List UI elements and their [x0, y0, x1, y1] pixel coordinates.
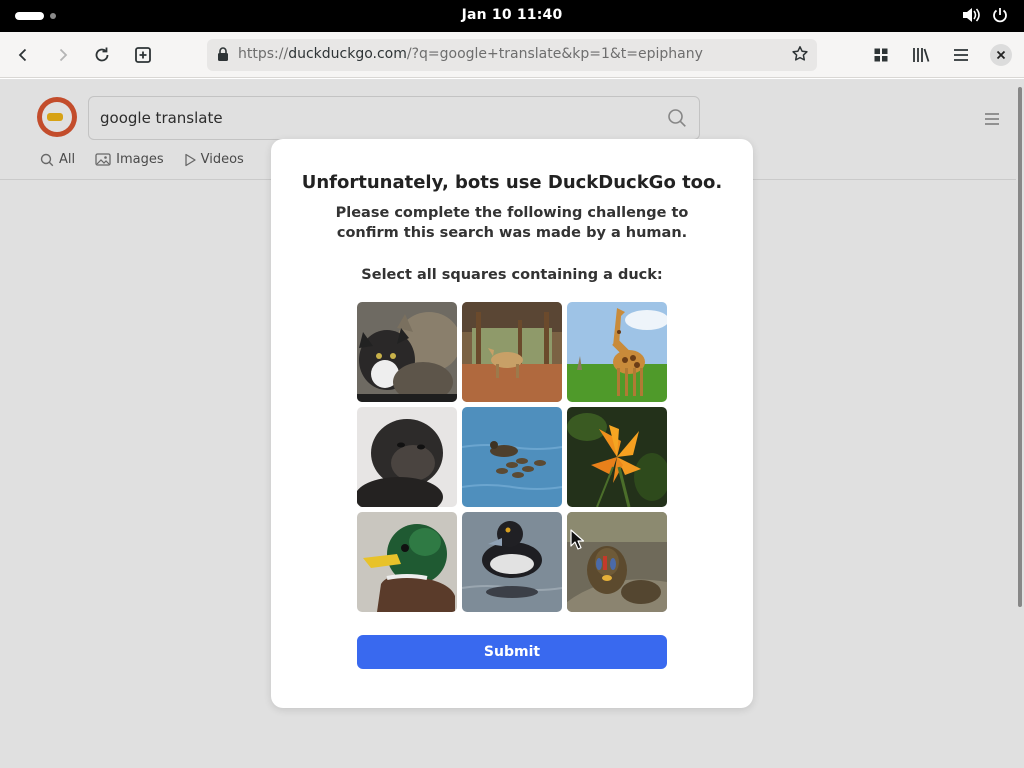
url-path: /?q=google+translate&kp=1&t=epiphany [406, 46, 703, 62]
grid-icon [874, 48, 888, 62]
challenge-subtitle: Please complete the following challenge … [335, 205, 689, 241]
tabs-overview-button[interactable] [866, 40, 896, 70]
url-text[interactable]: https://duckduckgo.com/?q=google+transla… [238, 46, 703, 62]
challenge-instruction: Select all squares containing a duck: [361, 267, 663, 283]
tile-orange-lily[interactable] [567, 407, 667, 507]
new-tab-button[interactable] [128, 40, 158, 70]
browser-header-bar: https://duckduckgo.com/?q=google+transla… [0, 32, 1024, 78]
mouse-cursor-icon [570, 529, 584, 550]
challenge-title: Unfortunately, bots use DuckDuckGo too. [301, 172, 723, 193]
tile-ducks-swimming[interactable] [462, 407, 562, 507]
tile-cats[interactable] [357, 302, 457, 402]
url-host: duckduckgo.com [288, 46, 407, 62]
close-icon [996, 50, 1006, 60]
bookmark-star-icon[interactable] [791, 45, 809, 63]
reload-button[interactable] [87, 40, 117, 70]
lock-icon[interactable] [217, 47, 229, 62]
power-icon[interactable] [992, 7, 1008, 27]
tile-giraffe[interactable] [567, 302, 667, 402]
clock[interactable]: Jan 10 11:40 [0, 7, 1024, 23]
forward-button[interactable] [48, 40, 78, 70]
system-tray[interactable] [962, 7, 1008, 27]
tile-diving-duck[interactable] [462, 512, 562, 612]
tile-chimpanzee[interactable] [357, 407, 457, 507]
tile-mallard-duck[interactable] [357, 512, 457, 612]
volume-icon[interactable] [962, 7, 980, 27]
system-top-bar: Jan 10 11:40 [0, 0, 1024, 32]
web-page: google translate All Images Videos Unfor… [0, 79, 1024, 768]
library-icon [913, 48, 930, 62]
address-bar[interactable]: https://duckduckgo.com/?q=google+transla… [207, 39, 817, 71]
submit-button[interactable]: Submit [357, 635, 667, 669]
close-window-button[interactable] [990, 44, 1012, 66]
arrow-left-icon [18, 48, 27, 62]
bot-challenge-dialog: Unfortunately, bots use DuckDuckGo too. … [271, 139, 753, 708]
back-button[interactable] [8, 40, 38, 70]
new-tab-icon [135, 47, 151, 63]
tile-mandrill[interactable] [567, 512, 667, 612]
url-scheme: https:// [238, 46, 289, 62]
tile-deer-in-enclosure[interactable] [462, 302, 562, 402]
reload-icon [95, 47, 109, 62]
library-button[interactable] [906, 40, 936, 70]
hamburger-icon [954, 49, 968, 61]
arrow-right-icon [59, 48, 68, 62]
challenge-image-grid [357, 302, 667, 612]
main-menu-button[interactable] [946, 40, 976, 70]
